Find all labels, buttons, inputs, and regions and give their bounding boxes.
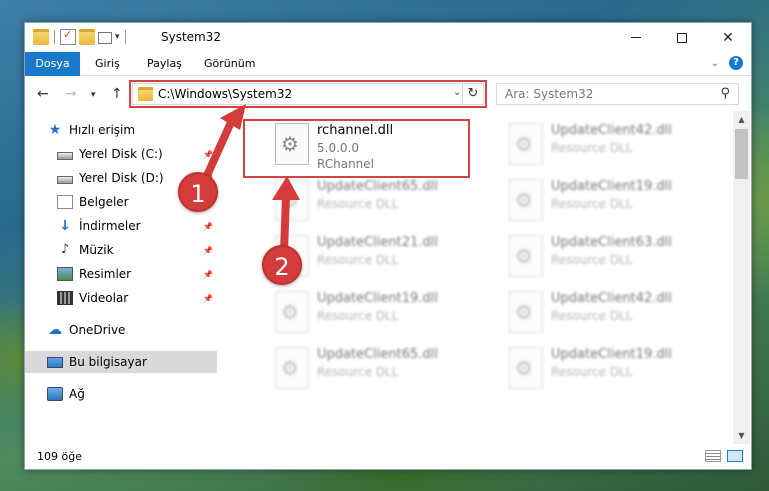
annotation-arrows [201, 104, 300, 256]
annotation-badge-1: 1 [178, 172, 218, 212]
arrow-2 [272, 176, 300, 256]
annotation-badge-2: 2 [262, 245, 302, 285]
arrow-1 [201, 104, 246, 184]
